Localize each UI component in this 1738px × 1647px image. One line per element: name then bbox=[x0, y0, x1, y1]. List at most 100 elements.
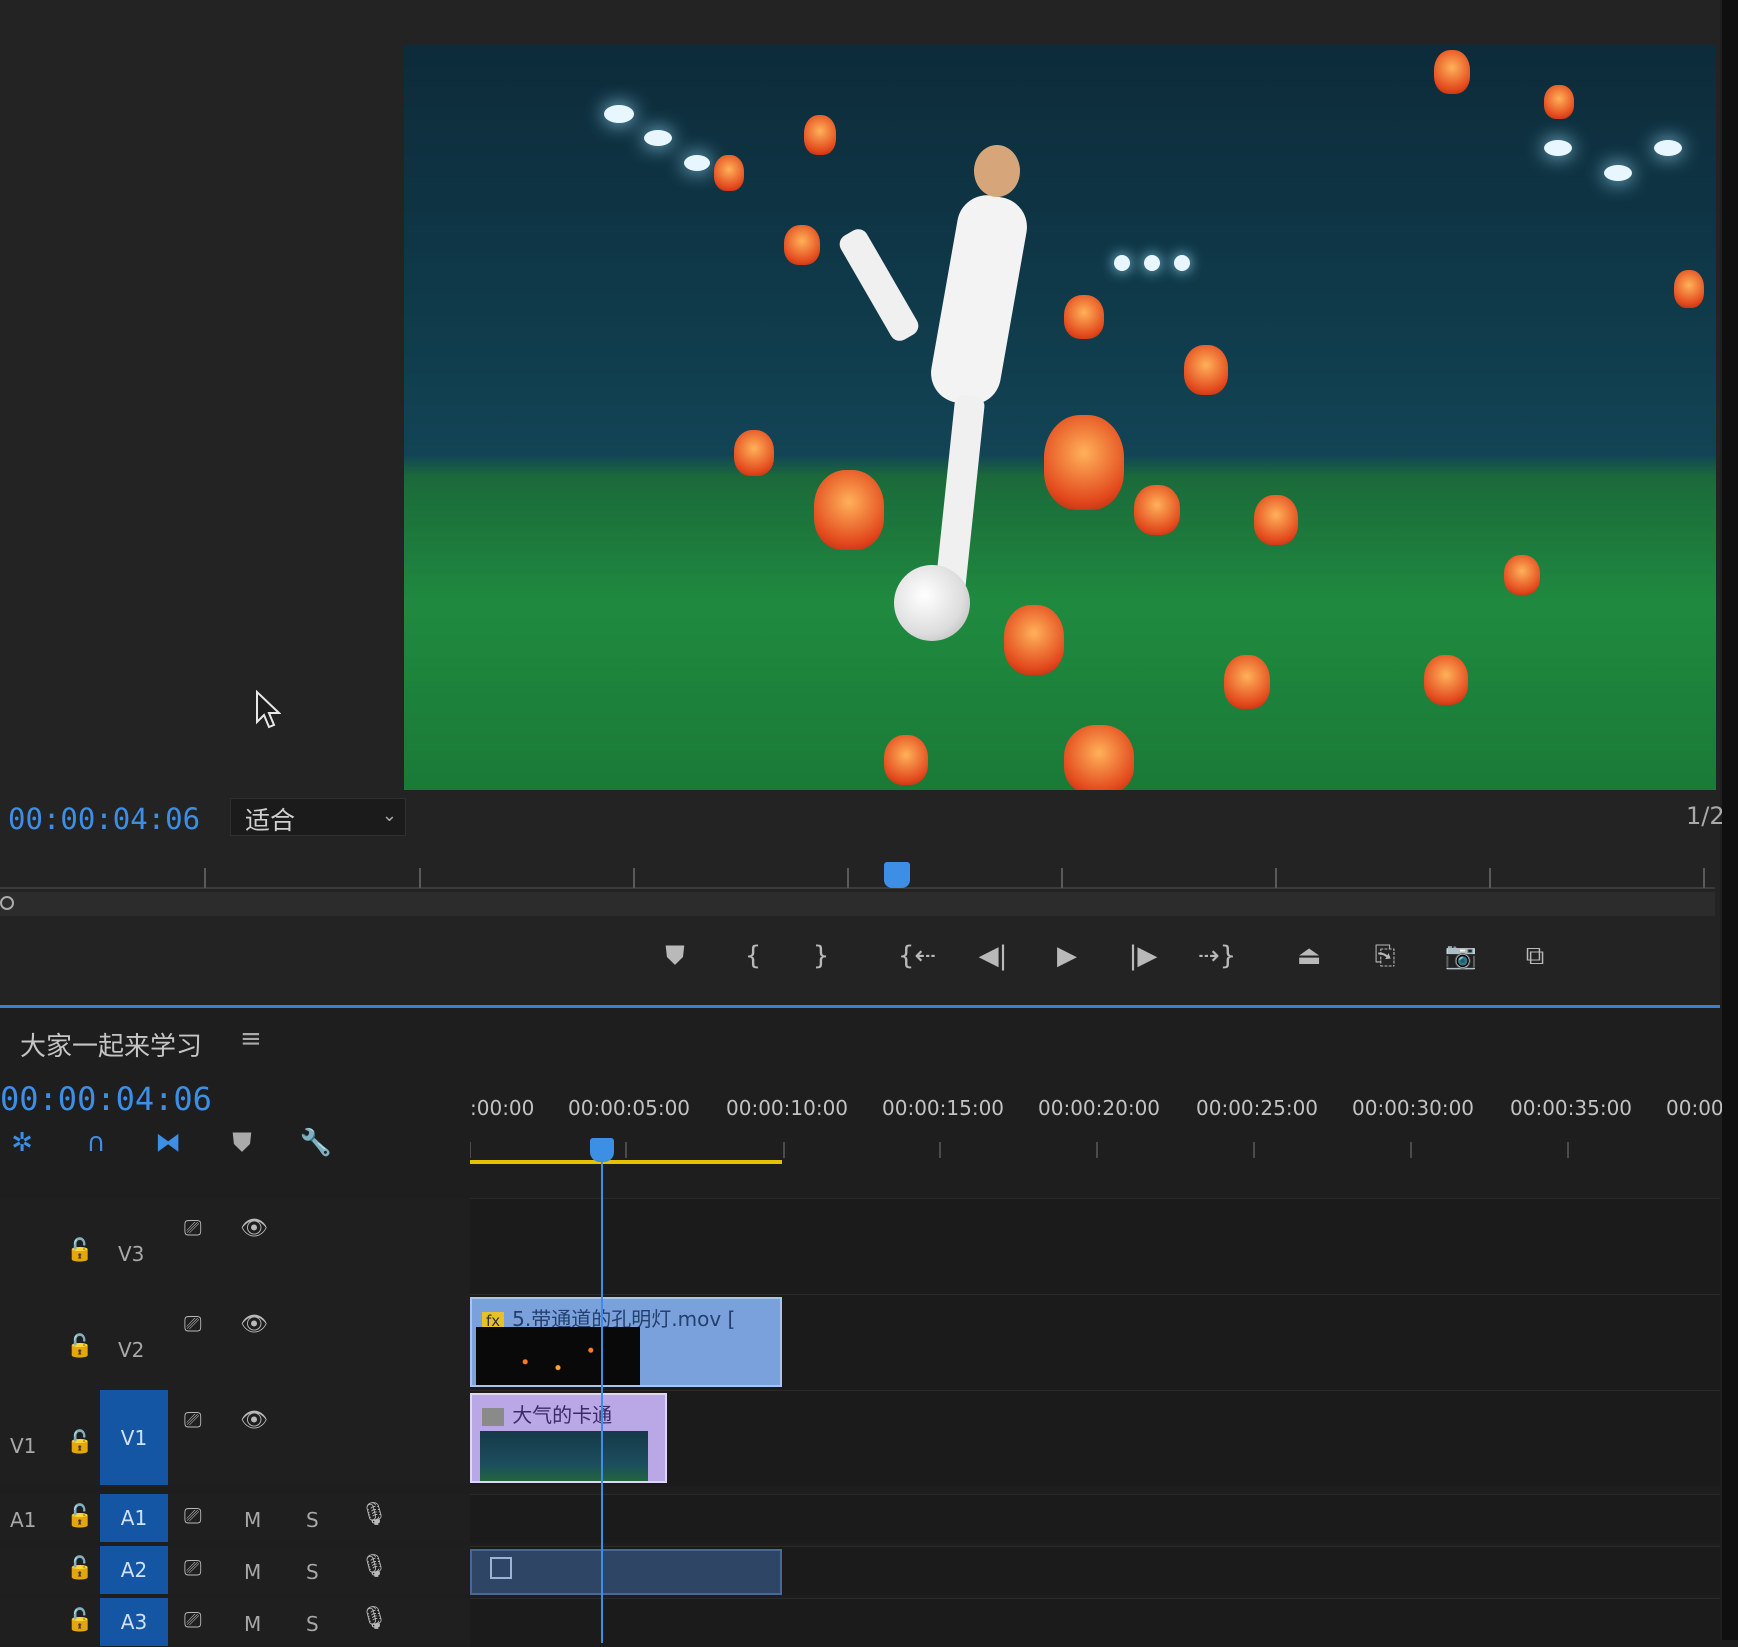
zoom-fit-select[interactable]: 适合 ⌄ bbox=[230, 798, 406, 836]
program-mini-ruler[interactable] bbox=[0, 862, 1715, 892]
step-forward-button[interactable]: |▶ bbox=[1122, 935, 1164, 977]
clip-lanterns[interactable]: fx 5.带通道的孔明灯.mov [ bbox=[470, 1297, 782, 1387]
go-to-in-icon: {⇠ bbox=[897, 941, 937, 971]
track-row-a2[interactable] bbox=[470, 1546, 1720, 1595]
solo-button[interactable]: S bbox=[306, 1560, 319, 1584]
sequence-tab[interactable]: 大家一起来学习 bbox=[20, 1026, 202, 1063]
play-icon: ▶ bbox=[1057, 941, 1077, 971]
mouse-cursor-icon bbox=[256, 690, 281, 729]
linked-selection-icon: ⧓ bbox=[155, 1128, 181, 1158]
nest-toggle-button[interactable]: ✲ bbox=[2, 1123, 42, 1163]
snap-button[interactable]: ∩ bbox=[76, 1123, 116, 1163]
track-name: V3 bbox=[118, 1242, 145, 1266]
timeline-timecode[interactable]: 00:00:04:06 bbox=[0, 1080, 212, 1118]
timeline-settings-button[interactable]: 🔧 bbox=[296, 1123, 336, 1163]
sync-lock-icon[interactable]: ⎚ bbox=[184, 1216, 202, 1241]
video-preview[interactable] bbox=[404, 45, 1716, 790]
camera-icon: 📷 bbox=[1444, 941, 1478, 971]
track-row-v3[interactable] bbox=[470, 1198, 1720, 1294]
ruler-label: 00:00:30:00 bbox=[1352, 1096, 1475, 1120]
lock-icon[interactable]: 🔓 bbox=[66, 1556, 93, 1581]
ruler-label: 00:00:35:00 bbox=[1510, 1096, 1633, 1120]
zoom-fit-value: 适合 bbox=[245, 806, 296, 835]
mark-in-button[interactable]: { bbox=[732, 935, 774, 977]
scrub-start-handle[interactable] bbox=[0, 896, 14, 910]
playback-resolution[interactable]: 1/2 bbox=[1686, 802, 1725, 830]
panel-edge bbox=[1722, 0, 1738, 1640]
sync-lock-icon[interactable]: ⎚ bbox=[184, 1556, 202, 1581]
clip-title: 大气的卡通 bbox=[512, 1403, 613, 1427]
add-marker-button[interactable]: ⛊ bbox=[654, 935, 696, 977]
track-header-v3: 🔓 V3 ⎚ 👁 bbox=[0, 1198, 470, 1293]
track-row-a1[interactable] bbox=[470, 1494, 1720, 1543]
track-header-a1: A1 🔓 A1 ⎚ M S 🎙 bbox=[0, 1494, 470, 1542]
program-scrub-bar[interactable] bbox=[0, 892, 1715, 916]
eye-icon[interactable]: 👁 bbox=[240, 1312, 268, 1337]
eye-icon[interactable]: 👁 bbox=[240, 1408, 268, 1433]
track-header-v1: V1 🔓 V1 ⎚ 👁 bbox=[0, 1390, 470, 1485]
export-frame-button[interactable]: 📷 bbox=[1440, 935, 1482, 977]
add-marker-timeline-button[interactable]: ⛊ bbox=[222, 1123, 262, 1163]
microphone-icon[interactable]: 🎙 bbox=[360, 1502, 388, 1527]
clip-thumbnail bbox=[480, 1431, 648, 1481]
lock-icon[interactable]: 🔓 bbox=[66, 1504, 93, 1529]
track-row-v1[interactable]: ■ 大气的卡通 bbox=[470, 1390, 1720, 1486]
mute-button[interactable]: M bbox=[244, 1560, 261, 1584]
track-target-a2[interactable]: A2 bbox=[100, 1546, 168, 1594]
sync-lock-icon[interactable]: ⎚ bbox=[184, 1312, 202, 1337]
play-button[interactable]: ▶ bbox=[1046, 935, 1088, 977]
track-target-v1[interactable]: V1 bbox=[100, 1390, 168, 1485]
microphone-icon[interactable]: 🎙 bbox=[360, 1554, 388, 1579]
microphone-icon[interactable]: 🎙 bbox=[360, 1606, 388, 1631]
timeline-playhead[interactable] bbox=[590, 1138, 614, 1162]
track-target-a1[interactable]: A1 bbox=[100, 1494, 168, 1542]
source-patch[interactable]: A1 bbox=[10, 1508, 36, 1532]
program-timecode[interactable]: 00:00:04:06 bbox=[8, 802, 200, 836]
clip-audio[interactable] bbox=[470, 1549, 782, 1595]
marker-icon: ⛊ bbox=[232, 1127, 252, 1158]
step-back-button[interactable]: ◀| bbox=[972, 935, 1014, 977]
mark-in-icon: { bbox=[744, 941, 762, 971]
nest-icon: ✲ bbox=[11, 1128, 33, 1158]
ruler-label: :00:00 bbox=[470, 1096, 535, 1120]
solo-button[interactable]: S bbox=[306, 1508, 319, 1532]
track-target-a3[interactable]: A3 bbox=[100, 1598, 168, 1646]
ruler-label: 00:00:20:00 bbox=[1038, 1096, 1161, 1120]
source-patch[interactable]: V1 bbox=[10, 1434, 36, 1458]
work-area-bar[interactable] bbox=[470, 1160, 782, 1164]
lock-icon[interactable]: 🔓 bbox=[66, 1238, 93, 1263]
step-forward-icon: |▶ bbox=[1128, 941, 1158, 971]
mark-out-button[interactable]: } bbox=[800, 935, 842, 977]
program-playhead[interactable] bbox=[884, 862, 910, 888]
audio-clip-icon bbox=[490, 1557, 512, 1579]
track-header-v2: 🔓 V2 ⎚ 👁 bbox=[0, 1294, 470, 1389]
go-to-out-icon: ⇢} bbox=[1197, 941, 1237, 971]
mark-out-icon: } bbox=[812, 941, 830, 971]
track-row-v2[interactable]: fx 5.带通道的孔明灯.mov [ bbox=[470, 1294, 1720, 1390]
ruler-label: 00:00:10:00 bbox=[726, 1096, 849, 1120]
solo-button[interactable]: S bbox=[306, 1612, 319, 1636]
marker-icon: ⛊ bbox=[665, 940, 685, 971]
sync-lock-icon[interactable]: ⎚ bbox=[184, 1408, 202, 1433]
go-to-out-button[interactable]: ⇢} bbox=[1196, 935, 1238, 977]
extract-button[interactable]: ⎘ bbox=[1364, 935, 1406, 977]
time-ruler[interactable]: :00:00 00:00:05:00 00:00:10:00 00:00:15:… bbox=[470, 1096, 1738, 1176]
extract-icon: ⎘ bbox=[1374, 940, 1396, 971]
eye-icon[interactable]: 👁 bbox=[240, 1216, 268, 1241]
lift-button[interactable]: ⏏ bbox=[1288, 935, 1330, 977]
mute-button[interactable]: M bbox=[244, 1612, 261, 1636]
wrench-icon: 🔧 bbox=[299, 1128, 333, 1158]
lift-icon: ⏏ bbox=[1296, 941, 1322, 971]
sync-lock-icon[interactable]: ⎚ bbox=[184, 1608, 202, 1633]
mute-button[interactable]: M bbox=[244, 1508, 261, 1532]
lock-icon[interactable]: 🔓 bbox=[66, 1608, 93, 1633]
go-to-in-button[interactable]: {⇠ bbox=[896, 935, 938, 977]
sync-lock-icon[interactable]: ⎚ bbox=[184, 1504, 202, 1529]
linked-selection-button[interactable]: ⧓ bbox=[148, 1123, 188, 1163]
lock-icon[interactable]: 🔓 bbox=[66, 1430, 93, 1455]
clip-cartoon[interactable]: ■ 大气的卡通 bbox=[470, 1393, 667, 1483]
lock-icon[interactable]: 🔓 bbox=[66, 1334, 93, 1359]
comparison-view-button[interactable]: ⧉ bbox=[1514, 935, 1556, 977]
step-back-icon: ◀| bbox=[978, 941, 1008, 971]
panel-menu-icon[interactable]: ≡ bbox=[240, 1024, 262, 1054]
